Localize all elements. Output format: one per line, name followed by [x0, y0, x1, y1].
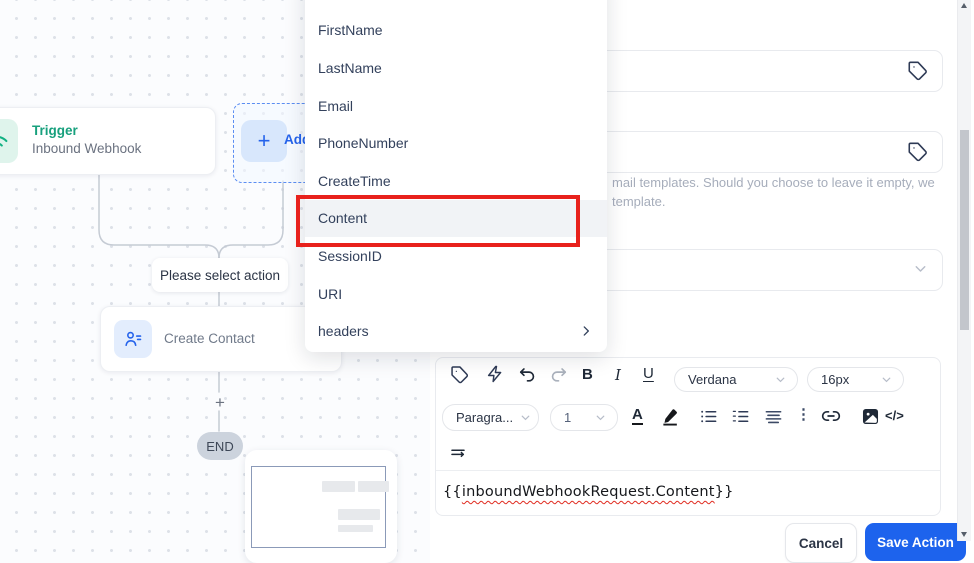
select-action-label: Please select action [159, 267, 281, 283]
tag-icon[interactable] [449, 364, 469, 384]
rich-text-editor: B I U Verdana 16px Paragra... 1 A ⋮ </> … [435, 357, 941, 516]
menu-item-email[interactable]: Email [305, 87, 607, 125]
menu-item-label: FirstName [318, 22, 383, 39]
menu-item-lastname[interactable]: LastName [305, 49, 607, 87]
image-icon[interactable] [860, 406, 880, 426]
undo-icon[interactable] [517, 364, 537, 384]
preview-placeholder-bar [338, 525, 373, 532]
helper-text-line2: template. [612, 194, 666, 209]
menu-item-label: CreateTime [318, 172, 391, 189]
insert-step-plus-icon[interactable]: + [211, 393, 229, 413]
chevron-down-icon [774, 373, 787, 386]
chevron-down-icon [912, 260, 929, 277]
menu-item-label: Email [318, 97, 354, 114]
preview-placeholder-bar [322, 481, 355, 492]
trigger-node-subtitle: Inbound Webhook [32, 141, 142, 156]
menu-item-phonenumber[interactable]: PhoneNumber [305, 124, 607, 162]
contact-person-icon [114, 320, 152, 358]
text-direction-icon[interactable] [448, 444, 468, 464]
scrollbar-down-arrow[interactable] [961, 532, 967, 537]
menu-item-label: SessionID [318, 247, 382, 264]
align-text-icon[interactable] [763, 406, 783, 426]
bold-button[interactable]: B [582, 365, 593, 385]
tag-icon[interactable] [907, 141, 928, 162]
code-view-icon[interactable]: </> [885, 406, 904, 426]
chevron-down-icon [594, 411, 607, 424]
scrollbar-thumb[interactable] [960, 130, 969, 330]
italic-button[interactable]: I [615, 365, 621, 385]
paragraph-style-value: Paragra... [456, 410, 514, 425]
menu-item-sessionid[interactable]: SessionID [305, 237, 607, 275]
preview-placeholder-bar [358, 481, 389, 492]
line-height-value: 1 [564, 410, 572, 425]
trigger-node-title: Trigger [32, 123, 78, 138]
save-action-button-label: Save Action [877, 534, 954, 550]
underline-button[interactable]: U [643, 364, 654, 384]
font-size-value: 16px [821, 372, 850, 387]
chevron-down-icon [519, 411, 532, 424]
menu-item-firstname[interactable]: FirstName [305, 12, 607, 50]
cancel-button[interactable]: Cancel [785, 523, 857, 563]
menu-item-content[interactable]: Content [305, 199, 607, 238]
font-color-button[interactable]: A [632, 406, 643, 425]
bullet-list-icon[interactable] [698, 406, 718, 426]
menu-item-label: Content [318, 210, 368, 227]
add-plus-icon[interactable]: + [241, 120, 287, 162]
editor-toolbar-divider [436, 470, 940, 471]
menu-item-headers[interactable]: headers [305, 312, 607, 350]
lightning-icon[interactable] [485, 364, 505, 384]
menu-item-label: URI [318, 285, 343, 302]
menu-item-label: LastName [318, 59, 382, 76]
editor-body-text[interactable]: {{inboundWebhookRequest.Content}} [443, 484, 734, 500]
font-family-select[interactable]: Verdana [674, 367, 798, 392]
menu-item-label: PhoneNumber [318, 135, 409, 152]
vertical-scrollbar[interactable] [957, 0, 971, 541]
webhook-signal-icon [0, 119, 18, 163]
chevron-right-icon [579, 324, 593, 338]
line-height-select[interactable]: 1 [550, 404, 618, 431]
numbered-list-icon[interactable] [730, 406, 750, 426]
menu-item-createtime[interactable]: CreateTime [305, 162, 607, 200]
scrollbar-up-arrow[interactable] [961, 3, 967, 8]
create-contact-label: Create Contact [164, 331, 255, 346]
redo-icon[interactable] [548, 364, 568, 384]
highlight-color-icon[interactable] [660, 406, 680, 426]
select-action-placeholder[interactable]: Please select action [152, 258, 288, 292]
chevron-down-icon [880, 373, 893, 386]
template-brace-open: {{ [443, 484, 462, 500]
template-preview-frame [251, 466, 386, 548]
variable-picker-menu: FirstName LastName Email PhoneNumber Cre… [305, 0, 607, 352]
helper-text-line1: mail templates. Should you choose to lea… [612, 175, 935, 190]
end-badge: END [197, 432, 243, 460]
end-badge-label: END [206, 438, 234, 454]
more-options-kebab-icon[interactable]: ⋮ [796, 405, 811, 425]
menu-item-uri[interactable]: URI [305, 275, 607, 313]
template-variable: inboundWebhookRequest.Content [461, 484, 715, 500]
font-family-value: Verdana [688, 372, 737, 387]
cancel-button-label: Cancel [798, 535, 844, 551]
plus-glyph: + [257, 128, 271, 153]
tag-icon[interactable] [907, 60, 928, 81]
paragraph-style-select[interactable]: Paragra... [442, 404, 539, 431]
template-brace-close: }} [714, 484, 734, 500]
menu-item-label: headers [318, 323, 369, 340]
link-icon[interactable] [821, 406, 841, 426]
preview-placeholder-bar [338, 509, 380, 520]
font-size-select[interactable]: 16px [807, 367, 904, 392]
save-action-button[interactable]: Save Action [865, 523, 966, 561]
